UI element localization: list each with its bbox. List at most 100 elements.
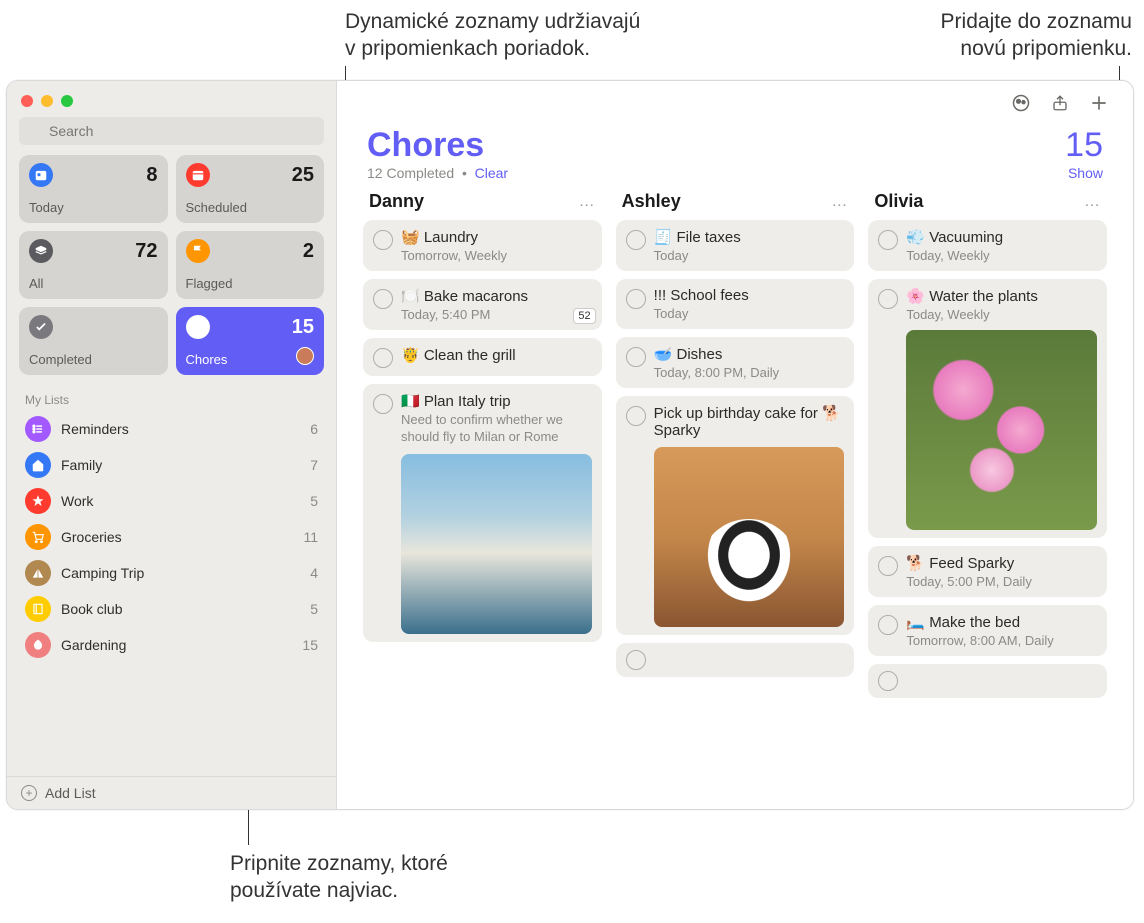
- my-lists-header: My Lists: [7, 383, 336, 411]
- list-name: Groceries: [61, 529, 293, 545]
- sidebar-list-item[interactable]: Camping Trip 4: [7, 555, 336, 591]
- show-completed-button[interactable]: Show: [1068, 165, 1103, 181]
- complete-radio[interactable]: [878, 671, 898, 691]
- column-more-button[interactable]: …: [831, 193, 848, 211]
- sidebar-list-item[interactable]: Book club 5: [7, 591, 336, 627]
- reminder-title: 🧺 Laundry: [401, 228, 592, 246]
- empty-reminder-row[interactable]: [616, 643, 855, 677]
- cart-icon: [25, 524, 51, 550]
- cards: 🧾 File taxes Today !!! School fees Today…: [616, 220, 855, 677]
- clear-completed-button[interactable]: Clear: [475, 165, 508, 181]
- reminder-subtitle: Today: [654, 248, 845, 263]
- sidebar-list-item[interactable]: Family 7: [7, 447, 336, 483]
- complete-radio[interactable]: [373, 394, 393, 414]
- smart-card-scheduled[interactable]: 25 Scheduled: [176, 155, 325, 223]
- smart-label: Scheduled: [186, 200, 315, 215]
- window-controls: [7, 81, 336, 113]
- sidebar-list-item[interactable]: Work 5: [7, 483, 336, 519]
- smart-label: Chores: [186, 352, 315, 367]
- reminder-title: 🧾 File taxes: [654, 228, 845, 246]
- list-name: Gardening: [61, 637, 292, 653]
- complete-radio[interactable]: [373, 289, 393, 309]
- complete-radio[interactable]: [878, 289, 898, 309]
- complete-radio[interactable]: [626, 406, 646, 426]
- star-icon: [25, 488, 51, 514]
- list-count: 11: [303, 529, 318, 545]
- reminder-title: 🌸 Water the plants: [906, 287, 1097, 305]
- sidebar-list-item[interactable]: Groceries 11: [7, 519, 336, 555]
- column-more-button[interactable]: …: [1084, 193, 1101, 211]
- reminder-card[interactable]: 🧺 Laundry Tomorrow, Weekly: [363, 220, 602, 271]
- shared-avatar-icon: [296, 347, 314, 365]
- reminder-card[interactable]: 🤴 Clean the grill: [363, 338, 602, 376]
- reminder-title: 🤴 Clean the grill: [401, 346, 592, 364]
- reminder-card[interactable]: Pick up birthday cake for 🐕 Sparky: [616, 396, 855, 635]
- complete-radio[interactable]: [626, 650, 646, 670]
- reminder-title: !!! School fees: [654, 287, 845, 304]
- search-input[interactable]: [19, 117, 324, 145]
- chores-icon: [186, 315, 210, 339]
- reminder-card[interactable]: 🌸 Water the plants Today, Weekly: [868, 279, 1107, 538]
- complete-radio[interactable]: [373, 230, 393, 250]
- list-name: Work: [61, 493, 300, 509]
- home-icon: [25, 452, 51, 478]
- reminder-card[interactable]: 🥣 Dishes Today, 8:00 PM, Daily: [616, 337, 855, 388]
- complete-radio[interactable]: [878, 615, 898, 635]
- column: Ashley … 🧾 File taxes Today !!! School f…: [616, 191, 855, 809]
- smart-count: 15: [292, 316, 314, 339]
- cards: 🧺 Laundry Tomorrow, Weekly 🍽️ Bake macar…: [363, 220, 602, 642]
- scheduled-icon: [186, 163, 210, 187]
- cards: 💨 Vacuuming Today, Weekly 🌸 Water the pl…: [868, 220, 1107, 698]
- smart-card-all[interactable]: 72 All: [19, 231, 168, 299]
- minimize-window-button[interactable]: [41, 95, 53, 107]
- reminder-note: Need to confirm whether we should fly to…: [401, 412, 592, 446]
- column: Danny … 🧺 Laundry Tomorrow, Weekly 🍽️ Ba…: [363, 191, 602, 809]
- empty-reminder-row[interactable]: [868, 664, 1107, 698]
- smart-label: Today: [29, 200, 158, 215]
- column-more-button[interactable]: …: [579, 193, 596, 211]
- book-icon: [25, 596, 51, 622]
- reminder-image: [654, 447, 845, 627]
- list-count: 15: [1065, 126, 1103, 165]
- reminder-card[interactable]: 🧾 File taxes Today: [616, 220, 855, 271]
- sidebar-list-item[interactable]: Reminders 6: [7, 411, 336, 447]
- collaborate-icon[interactable]: [1011, 93, 1031, 118]
- list-title: Chores: [367, 126, 484, 165]
- complete-radio[interactable]: [878, 556, 898, 576]
- reminder-title: Pick up birthday cake for 🐕 Sparky: [654, 404, 845, 439]
- reminder-card[interactable]: 🛏️ Make the bed Tomorrow, 8:00 AM, Daily: [868, 605, 1107, 656]
- complete-radio[interactable]: [373, 348, 393, 368]
- reminder-subtitle: Today, Weekly: [906, 307, 1097, 322]
- share-icon[interactable]: [1051, 93, 1069, 118]
- smart-card-flagged[interactable]: 2 Flagged: [176, 231, 325, 299]
- smart-card-today[interactable]: 8 Today: [19, 155, 168, 223]
- reminder-subtitle: Today, 8:00 PM, Daily: [654, 365, 845, 380]
- reminder-card[interactable]: 🇮🇹 Plan Italy trip Need to confirm wheth…: [363, 384, 602, 642]
- complete-radio[interactable]: [626, 230, 646, 250]
- list-name: Camping Trip: [61, 565, 300, 581]
- column: Olivia … 💨 Vacuuming Today, Weekly 🌸 Wat…: [868, 191, 1107, 809]
- columns: Danny … 🧺 Laundry Tomorrow, Weekly 🍽️ Ba…: [355, 191, 1115, 809]
- reminder-title: 🍽️ Bake macarons: [401, 287, 592, 305]
- reminder-card[interactable]: 🍽️ Bake macarons Today, 5:40 PM 52: [363, 279, 602, 330]
- reminders-window: 8 Today 25 Scheduled 72 All 2 Flagged Co…: [6, 80, 1134, 810]
- complete-radio[interactable]: [626, 289, 646, 309]
- add-list-button[interactable]: + Add List: [7, 776, 336, 809]
- column-name: Ashley: [622, 191, 681, 212]
- add-reminder-button[interactable]: [1089, 93, 1109, 118]
- complete-radio[interactable]: [878, 230, 898, 250]
- reminder-card[interactable]: 🐕 Feed Sparky Today, 5:00 PM, Daily: [868, 546, 1107, 597]
- smart-card-chores[interactable]: 15 Chores: [176, 307, 325, 375]
- callout-add-reminder: Pridajte do zoznamu novú pripomienku.: [832, 8, 1132, 63]
- maximize-window-button[interactable]: [61, 95, 73, 107]
- reminder-card[interactable]: 💨 Vacuuming Today, Weekly: [868, 220, 1107, 271]
- completed-info: 12 Completed • Clear: [367, 165, 508, 181]
- smart-card-completed[interactable]: Completed: [19, 307, 168, 375]
- reminder-title: 🇮🇹 Plan Italy trip: [401, 392, 592, 410]
- sidebar-list-item[interactable]: Gardening 15: [7, 627, 336, 663]
- close-window-button[interactable]: [21, 95, 33, 107]
- reminder-title: 💨 Vacuuming: [906, 228, 1097, 246]
- complete-radio[interactable]: [626, 347, 646, 367]
- callout-smart-lists: Dynamické zoznamy udržiavajú v pripomien…: [345, 8, 765, 63]
- reminder-card[interactable]: !!! School fees Today: [616, 279, 855, 329]
